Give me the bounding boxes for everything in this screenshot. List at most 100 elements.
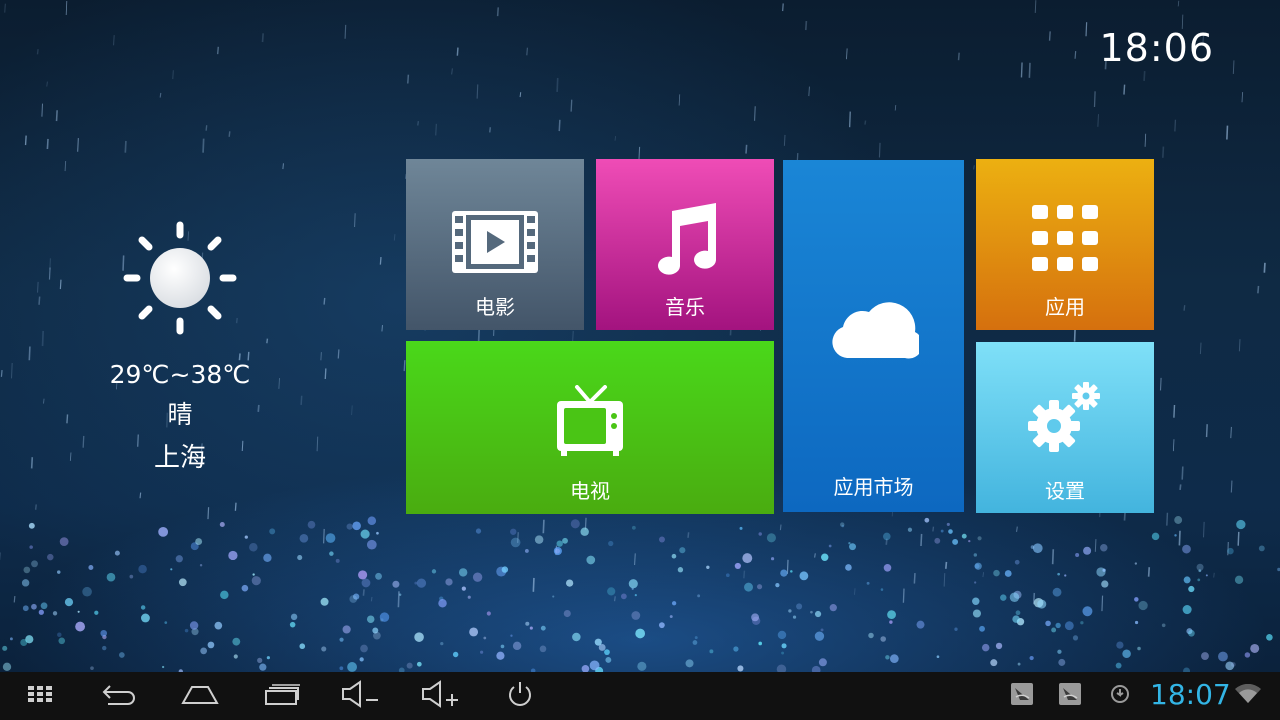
bokeh-dot — [1057, 649, 1062, 654]
bokeh-dot — [1029, 655, 1034, 661]
bokeh-dot — [416, 578, 427, 588]
tile-app-store[interactable]: 应用市场 — [783, 160, 964, 512]
bokeh-dot — [737, 665, 744, 672]
rain-streak — [1162, 146, 1165, 158]
bokeh-dot — [742, 553, 753, 564]
bokeh-dot — [697, 594, 701, 598]
bokeh-dot — [129, 574, 134, 579]
tile-settings[interactable]: 设置 — [976, 342, 1154, 513]
bokeh-dot — [21, 579, 30, 587]
bokeh-dot — [100, 629, 108, 637]
tile-apps[interactable]: 应用 — [976, 159, 1154, 330]
volume-down-button[interactable] — [340, 680, 380, 712]
bokeh-dot — [359, 657, 364, 662]
bokeh-dot — [692, 640, 698, 645]
volume-up-icon — [420, 680, 460, 712]
rain-streak — [1237, 531, 1240, 546]
bokeh-dot — [232, 637, 241, 646]
volume-up-button[interactable] — [420, 680, 460, 712]
app-drawer-button[interactable] — [20, 680, 60, 712]
back-button[interactable] — [100, 680, 140, 712]
rain-streak — [381, 324, 384, 332]
notification-2[interactable] — [1050, 680, 1090, 712]
bokeh-dot — [529, 626, 533, 630]
bokeh-dot — [2, 662, 12, 672]
tile-apps-label: 应用 — [1045, 295, 1085, 319]
rain-streak — [1238, 339, 1241, 352]
bokeh-dot — [475, 528, 482, 534]
bokeh-dot — [952, 538, 959, 545]
bokeh-dot — [467, 595, 471, 599]
bokeh-dot — [252, 573, 255, 576]
tile-movie[interactable]: 电影 — [406, 159, 584, 330]
bokeh-dot — [164, 621, 168, 624]
bokeh-dot — [972, 597, 980, 605]
bokeh-dot — [360, 529, 370, 539]
bokeh-dot — [563, 610, 571, 618]
bokeh-dot — [677, 567, 684, 573]
tile-settings-label: 设置 — [1045, 479, 1085, 503]
rain-streak — [36, 281, 39, 293]
weather-widget[interactable]: 29℃~38℃ 晴 上海 — [100, 218, 260, 474]
tile-music[interactable]: 音乐 — [596, 159, 774, 330]
bokeh-dot — [814, 631, 825, 641]
bokeh-dot — [845, 564, 852, 571]
rain-streak — [82, 435, 85, 448]
rain-streak — [217, 46, 219, 55]
bokeh-dot — [1138, 600, 1148, 611]
rain-streak — [1173, 404, 1176, 418]
rain-streak — [261, 33, 264, 43]
notification-1[interactable] — [1002, 680, 1042, 712]
bokeh-dot — [581, 664, 590, 672]
rain-streak — [786, 559, 789, 574]
rain-streak — [1159, 377, 1162, 391]
taskbar-clock[interactable]: 18:07 — [1150, 678, 1231, 711]
bokeh-dot — [814, 610, 822, 618]
bokeh-dot — [658, 622, 665, 629]
bokeh-dot — [995, 642, 1003, 650]
wifi-status[interactable] — [1232, 680, 1264, 712]
bokeh-dot — [671, 601, 677, 606]
bokeh-dot — [961, 533, 967, 539]
back-icon — [102, 683, 138, 709]
rain-streak — [69, 452, 72, 461]
bokeh-dot — [733, 646, 739, 652]
rain-streak — [943, 573, 946, 587]
rain-streak — [920, 533, 923, 547]
rain-streak — [1074, 51, 1077, 59]
rain-streak — [282, 163, 285, 170]
recent-apps-button[interactable] — [262, 680, 302, 712]
tile-tv[interactable]: 电视 — [406, 341, 774, 514]
bokeh-dot — [634, 594, 637, 597]
bokeh-dot — [219, 521, 225, 527]
bokeh-dot — [820, 628, 824, 632]
rain-streak — [300, 395, 303, 405]
bokeh-dot — [1122, 649, 1131, 659]
music-note-icon — [650, 201, 720, 283]
bokeh-dot — [1266, 634, 1273, 641]
bokeh-dot — [431, 569, 437, 574]
bokeh-dot — [1072, 635, 1079, 641]
bokeh-dot — [339, 666, 344, 671]
home-button[interactable] — [180, 680, 220, 712]
power-button[interactable] — [500, 680, 540, 712]
bokeh-dot — [993, 569, 1000, 577]
rain-streak — [687, 532, 690, 538]
bokeh-dot — [981, 643, 990, 652]
rain-streak — [64, 160, 67, 172]
bokeh-dot — [780, 569, 788, 577]
bokeh-dot — [486, 611, 491, 616]
rain-streak — [1048, 31, 1051, 41]
rain-streak — [159, 92, 162, 98]
rain-streak — [745, 144, 748, 154]
rain-streak — [783, 134, 786, 146]
bokeh-dot — [207, 641, 215, 649]
bokeh-dot — [628, 579, 638, 589]
rain-streak — [678, 94, 681, 106]
bokeh-dot — [620, 593, 627, 600]
rain-streak — [849, 111, 851, 128]
bokeh-dot — [758, 641, 763, 646]
bokeh-dot — [1188, 629, 1195, 637]
bokeh-dot — [1101, 580, 1109, 588]
bokeh-dot — [525, 621, 530, 626]
